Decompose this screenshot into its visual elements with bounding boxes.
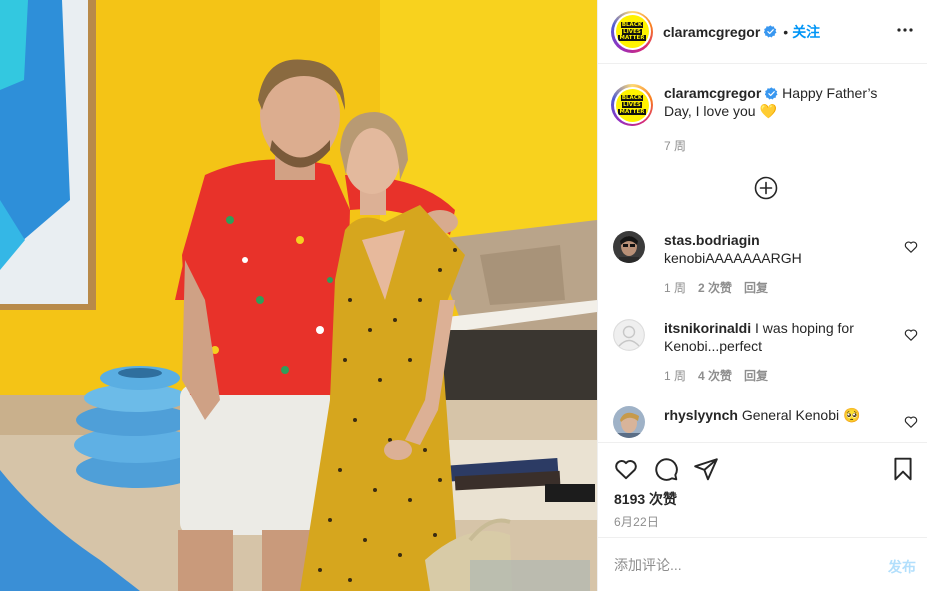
heart-icon[interactable] [904,328,918,342]
comment-likes[interactable]: 2 次赞 [698,279,732,296]
post-photo[interactable] [0,0,597,591]
comment-text: kenobiAAAAAAARGH [664,250,802,266]
heart-icon[interactable] [904,415,918,429]
comment-username[interactable]: stas.bodriagin [664,232,760,248]
comment-body: stas.bodriagin kenobiAAAAAAARGH [664,231,884,267]
caption-username[interactable]: claramcgregor [664,85,761,101]
comment-likes[interactable]: 4 次赞 [698,367,732,384]
heart-icon[interactable] [613,456,639,482]
commenter-avatar[interactable] [613,319,645,351]
blm-avatar-logo: BLACK LIVES MATTER [615,88,649,122]
comment-time[interactable]: 1 周 [664,279,686,296]
avatar[interactable]: BLACK LIVES MATTER [611,10,653,53]
post-caption: BLACK LIVES MATTER claramcgregor Happy F… [611,84,916,126]
post-header: BLACK LIVES MATTER claramcgregor • 关注 [598,0,927,64]
post-photo-illustration [0,0,597,591]
add-comment-bar: 发布 [598,537,927,591]
comment-body: itsnikorinaldi I was hoping for Kenobi..… [664,319,884,355]
likes-count[interactable]: 8193 次赞 [614,489,677,509]
post-date[interactable]: 6月22日 [614,513,659,530]
post-comment-button[interactable]: 发布 [888,557,916,577]
caption-avatar[interactable]: BLACK LIVES MATTER [611,84,653,126]
post-actions: 8193 次赞 6月22日 [598,442,927,537]
commenter-avatar[interactable] [613,231,645,263]
reply-button[interactable]: 回复 [744,279,768,296]
caption-text-block: claramcgregor Happy Father’s Day, I love… [664,84,904,126]
comment-meta: 1 周 2 次赞 回复 [664,279,768,296]
bookmark-icon[interactable] [890,456,916,482]
comment-meta: 1 周 4 次赞 回复 [664,367,768,384]
verified-badge-icon [764,25,777,38]
heart-icon[interactable] [904,240,918,254]
post-side-panel: BLACK LIVES MATTER claramcgregor • 关注 BL… [597,0,927,591]
comment-input[interactable] [614,556,874,573]
header-separator: • [783,23,789,40]
comments-list[interactable]: BLACK LIVES MATTER claramcgregor Happy F… [598,65,927,442]
comment-icon[interactable] [653,456,679,482]
verified-badge-icon [765,87,778,100]
caption-time[interactable]: 7 周 [664,137,686,154]
comment-username[interactable]: rhyslyynch [664,407,738,423]
blm-avatar-logo: BLACK LIVES MATTER [615,15,649,48]
instagram-post: BLACK LIVES MATTER claramcgregor • 关注 BL… [0,0,927,591]
follow-button[interactable]: 关注 [792,22,820,42]
plus-circle-icon[interactable] [754,176,778,200]
share-icon[interactable] [693,456,719,482]
header-username[interactable]: claramcgregor [663,24,760,40]
more-options-icon[interactable] [894,19,916,41]
comment-text: General Kenobi [741,407,840,423]
yellow-heart-emoji: 💛 [759,103,777,119]
comment-time[interactable]: 1 周 [664,367,686,384]
pleading-face-emoji: 🥺 [843,407,861,423]
comment-body: rhyslyynch General Kenobi 🥺 [664,406,884,424]
reply-button[interactable]: 回复 [744,367,768,384]
commenter-avatar[interactable] [613,406,645,438]
comment-username[interactable]: itsnikorinaldi [664,320,751,336]
